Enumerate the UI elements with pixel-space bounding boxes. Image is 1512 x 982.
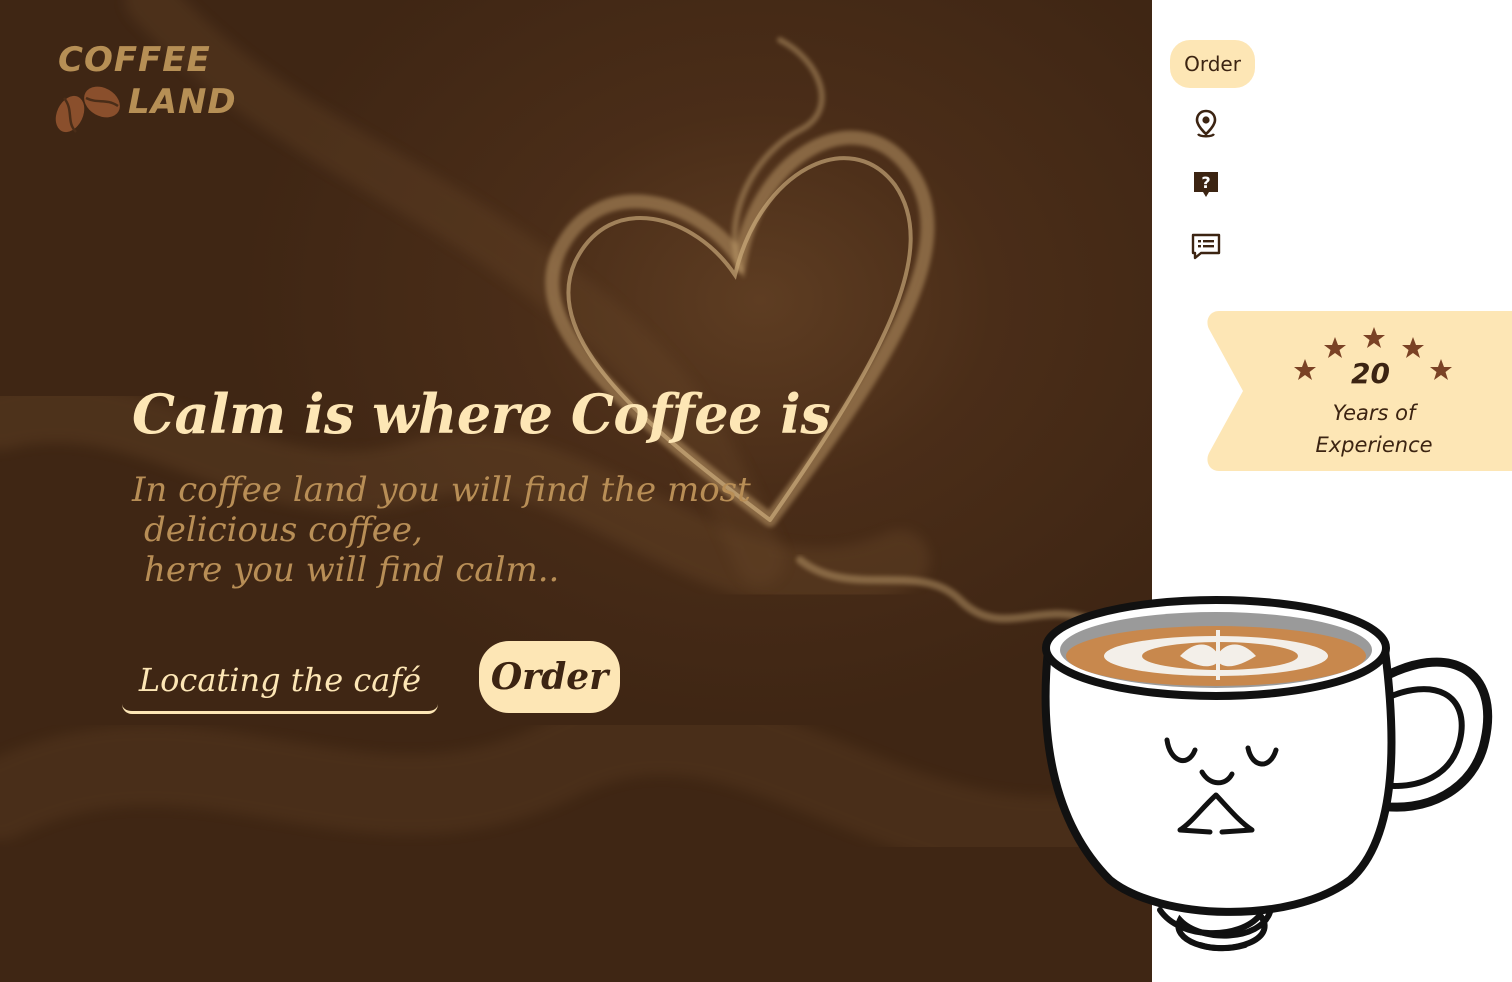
hero-subline-line-3: here you will find calm.. <box>144 550 560 590</box>
experience-label-line-1: Years of <box>1332 401 1416 425</box>
locate-cafe-button[interactable]: Locating the café <box>122 648 438 714</box>
coffee-land-logo[interactable]: COFFEE LAND <box>52 40 242 140</box>
hero-subline-line-1: In coffee land you will find the most <box>132 470 751 510</box>
experience-label: Years of Experience <box>1303 397 1445 461</box>
message-icon[interactable] <box>1190 230 1222 262</box>
experience-label-line-2: Experience <box>1315 433 1433 457</box>
hero-section: COFFEE LAND Calm is where Coffee is In c… <box>0 0 1152 982</box>
nav-order-button[interactable]: Order <box>1170 40 1255 88</box>
svg-text:?: ? <box>1201 173 1210 192</box>
logo-word-land: LAND <box>128 82 237 122</box>
meditating-coffee-cup-illustration <box>1041 596 1493 952</box>
hero-subline: In coffee land you will find the most de… <box>132 470 751 590</box>
help-icon[interactable]: ? <box>1190 168 1222 200</box>
location-pin-icon[interactable] <box>1190 108 1222 140</box>
hero-order-button[interactable]: Order <box>479 641 620 713</box>
logo-word-coffee: COFFEE <box>58 40 211 80</box>
experience-badge: 20 Years of Experience <box>1205 311 1512 471</box>
hero-headline: Calm is where Coffee is <box>132 382 831 446</box>
hero-subline-line-2: delicious coffee, <box>144 510 423 550</box>
coffee-beans-icon <box>55 86 120 133</box>
experience-years-number: 20 <box>1351 357 1390 390</box>
